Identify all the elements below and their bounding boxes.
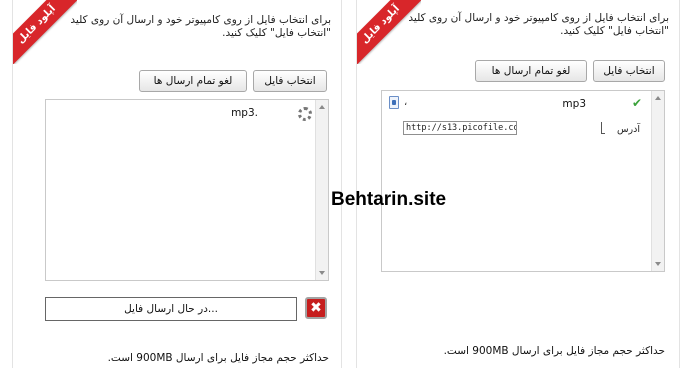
audio-file-icon (389, 96, 399, 109)
queue-scrollbar[interactable] (315, 100, 328, 280)
select-file-button[interactable]: انتخاب فایل (593, 60, 665, 82)
upload-queue-list: mp3. (45, 99, 329, 281)
scroll-down-icon[interactable] (319, 271, 325, 275)
close-icon: ✖ (310, 300, 322, 316)
upload-instructions: برای انتخاب فایل از روی کامپیوتر خود و ا… (70, 14, 331, 39)
file-url-field[interactable]: http://s13.picofile.com/file/ (403, 121, 517, 135)
ribbon-label: آپلود فایل (13, 0, 77, 64)
upload-progress-status: در حال ارسال فایل... (45, 297, 297, 321)
separator-mark: ، (404, 97, 408, 108)
max-size-note: حداکثر حجم مجاز فایل برای ارسال 900MB اس… (107, 352, 329, 364)
cancel-upload-button[interactable]: ✖ (305, 297, 327, 319)
cancel-all-uploads-button[interactable]: لغو تمام ارسال ها (475, 60, 587, 82)
queue-filename: mp3. (231, 107, 258, 119)
copy-bracket-icon (601, 122, 605, 134)
scroll-down-icon[interactable] (655, 262, 661, 266)
upload-panel-uploading: آپلود فایل برای انتخاب فایل از روی کامپی… (12, 0, 342, 368)
loading-spinner-icon (298, 107, 312, 121)
select-file-button[interactable]: انتخاب فایل (253, 70, 327, 92)
success-check-icon: ✔ (631, 96, 642, 110)
upload-ribbon: آپلود فایل (13, 0, 77, 64)
uploaded-filename: mp3 (562, 98, 586, 110)
scroll-up-icon[interactable] (655, 96, 661, 100)
cancel-all-uploads-button[interactable]: لغو تمام ارسال ها (139, 70, 247, 92)
uploaded-files-list: ✔ mp3 ، آدرس http://s13.picofile.com/fil… (381, 90, 665, 272)
upload-panel-complete: آپلود فایل برای انتخاب فایل از روی کامپی… (356, 0, 680, 368)
watermark-text: Behtarin.site (331, 189, 447, 210)
max-size-note: حداکثر حجم مجاز فایل برای ارسال 900MB اس… (443, 345, 665, 357)
scroll-up-icon[interactable] (319, 105, 325, 109)
address-label: آدرس (616, 124, 640, 135)
list-scrollbar[interactable] (651, 91, 664, 271)
upload-instructions: برای انتخاب فایل از روی کامپیوتر خود و ا… (408, 12, 669, 37)
